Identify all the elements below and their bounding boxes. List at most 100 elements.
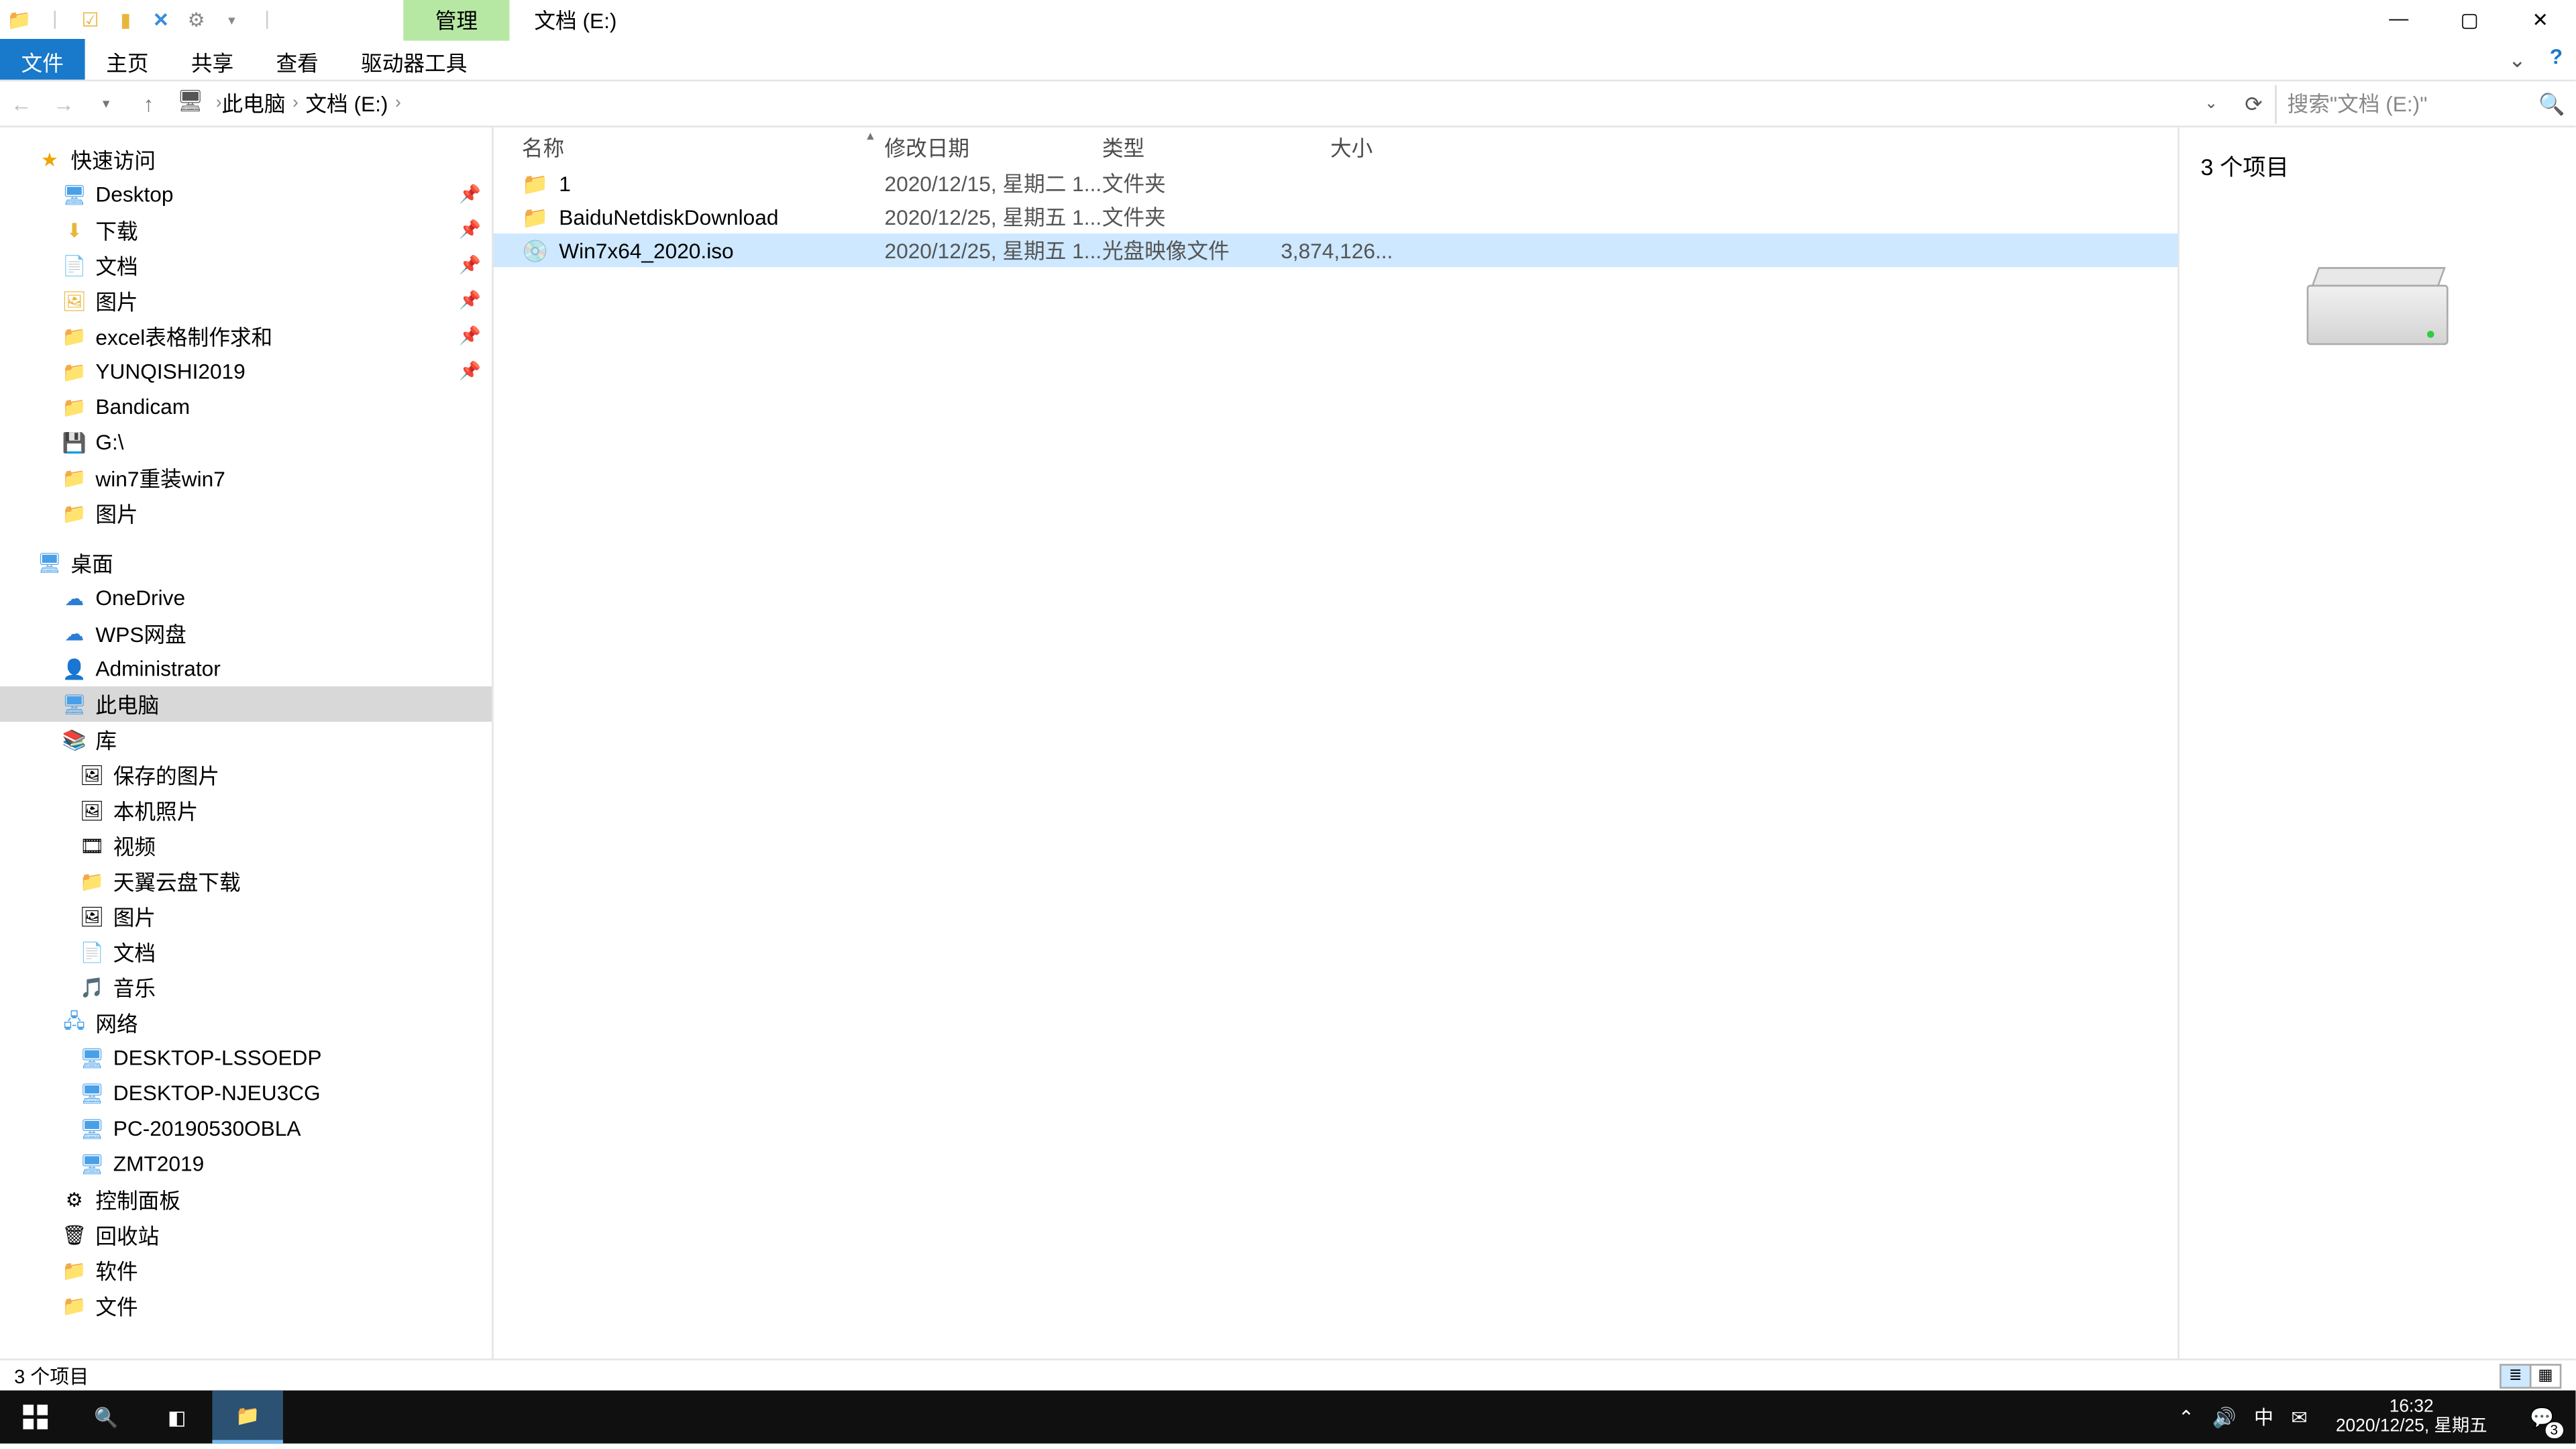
address-bar: ← → ▾ ↑ 🖥 › 此电脑 › 文档 (E:) › ⌄ ⟳ 搜索"文档 (E… (0, 81, 2575, 127)
nav-up-button[interactable]: ↑ (127, 91, 170, 116)
column-size[interactable]: 大小 (1281, 131, 1383, 162)
search-icon[interactable]: 🔍 (2538, 91, 2565, 116)
tree-item[interactable]: 🖼保存的图片 (0, 757, 492, 793)
ribbon-tab-drive-tools[interactable]: 驱动器工具 (339, 39, 488, 80)
gear-icon[interactable]: ⚙ (184, 7, 209, 32)
tree-control-panel[interactable]: ⚙控制面板 (0, 1182, 492, 1218)
address-dropdown-icon[interactable]: ⌄ (2190, 94, 2233, 113)
column-type[interactable]: 类型 (1102, 131, 1281, 162)
nav-recent-dropdown[interactable]: ▾ (85, 95, 127, 111)
view-icons-button[interactable]: ▦ (2530, 1363, 2561, 1388)
video-icon: 🎞 (78, 831, 106, 859)
ribbon-tab-view[interactable]: 查看 (255, 39, 340, 80)
tree-item[interactable]: 📁YUNQISHI2019📌 (0, 354, 492, 389)
ime-indicator[interactable]: 中 (2254, 1403, 2273, 1431)
tree-network[interactable]: 🖧网络 (0, 1005, 492, 1040)
tree-item[interactable]: 🖥ZMT2019 (0, 1146, 492, 1182)
ribbon-tab-share[interactable]: 共享 (170, 39, 255, 80)
tree-item[interactable]: 📁图片 (0, 495, 492, 531)
file-type: 文件夹 (1102, 168, 1281, 199)
control-panel-icon: ⚙ (60, 1185, 89, 1214)
tree-item[interactable]: 📁天翼云盘下载 (0, 863, 492, 899)
tree-item[interactable]: 📄文档 (0, 934, 492, 969)
file-type: 光盘映像文件 (1102, 235, 1281, 266)
breadcrumb[interactable]: 此电脑 › 文档 (E:) › (222, 89, 2190, 119)
ribbon-collapse-icon[interactable]: ⌄ (2498, 39, 2536, 80)
tree-item[interactable]: 📚库 (0, 722, 492, 757)
tree-item[interactable]: 📁excel表格制作求和📌 (0, 319, 492, 354)
refresh-icon[interactable]: ⟳ (2233, 91, 2275, 116)
nav-back-button[interactable]: ← (0, 91, 42, 116)
computer-icon: 🖥 (78, 1150, 106, 1178)
qat-dropdown-icon[interactable]: ▾ (219, 7, 244, 32)
file-list[interactable]: 名称▴ 修改日期 类型 大小 📁1 2020/12/15, 星期二 1... 文… (494, 127, 2178, 1358)
taskbar: 🔍 ◧ 📁 ⌃ 🔊 中 ✉ 16:32 2020/12/25, 星期五 💬3 (0, 1391, 2575, 1444)
ribbon-tab-home[interactable]: 主页 (85, 39, 170, 80)
tree-item[interactable]: 🖥DESKTOP-NJEU3CG (0, 1075, 492, 1111)
tray-overflow-icon[interactable]: ⌃ (2178, 1405, 2194, 1428)
folder-icon[interactable]: ▮ (113, 7, 138, 32)
quick-access-toolbar: 📁 | ☑ ▮ ✕ ⚙ ▾ | (0, 7, 280, 32)
breadcrumb-item[interactable]: 此电脑 (222, 89, 286, 119)
pin-icon: 📌 (459, 327, 481, 346)
tree-item[interactable]: 🖼图片 (0, 899, 492, 934)
file-row[interactable]: 📁BaiduNetdiskDownload 2020/12/25, 星期五 1.… (494, 200, 2178, 233)
tree-item[interactable]: 🖼图片📌 (0, 283, 492, 319)
preview-pane: 3 个项目 (2178, 127, 2575, 1358)
action-center-button[interactable]: 💬3 (2516, 1391, 2569, 1444)
folder-icon: 🖼 (60, 286, 89, 315)
folder-icon: 📁 (60, 1256, 89, 1284)
chevron-right-icon[interactable]: › (216, 94, 222, 113)
view-details-button[interactable]: ≣ (2500, 1363, 2531, 1388)
column-name[interactable]: 名称▴ (494, 131, 885, 162)
close-blue-icon[interactable]: ✕ (149, 7, 174, 32)
tree-item[interactable]: 📁软件 (0, 1252, 492, 1288)
help-icon[interactable]: ? (2536, 39, 2575, 80)
file-row[interactable]: 💿Win7x64_2020.iso 2020/12/25, 星期五 1... 光… (494, 233, 2178, 267)
pc-icon: 🖥 (177, 88, 209, 119)
tree-item[interactable]: 📁win7重装win7 (0, 460, 492, 496)
checkbox-icon[interactable]: ☑ (78, 7, 103, 32)
tree-item[interactable]: ☁WPS网盘 (0, 616, 492, 651)
task-view-button[interactable]: ◧ (142, 1391, 212, 1444)
maximize-button[interactable]: ▢ (2434, 8, 2505, 31)
nav-forward-button[interactable]: → (42, 91, 85, 116)
file-row[interactable]: 📁1 2020/12/15, 星期二 1... 文件夹 (494, 166, 2178, 200)
tree-item[interactable]: 🖥Desktop📌 (0, 177, 492, 213)
ribbon-tab-file[interactable]: 文件 (0, 39, 85, 80)
tree-recycle-bin[interactable]: 🗑回收站 (0, 1217, 492, 1252)
tree-item[interactable]: 🎵音乐 (0, 969, 492, 1005)
cloud-icon: ☁ (60, 584, 89, 612)
tree-item[interactable]: 📁Bandicam (0, 389, 492, 425)
tree-desktop[interactable]: 🖥桌面 (0, 545, 492, 580)
start-button[interactable] (0, 1391, 70, 1444)
tree-item[interactable]: 📁文件 (0, 1288, 492, 1324)
tree-item[interactable]: ⬇下载📌 (0, 212, 492, 248)
tree-item[interactable]: 🖼本机照片 (0, 792, 492, 828)
taskbar-clock[interactable]: 16:32 2020/12/25, 星期五 (2325, 1397, 2498, 1436)
minimize-button[interactable]: — (2363, 8, 2434, 31)
file-explorer-task[interactable]: 📁 (212, 1391, 282, 1444)
file-date: 2020/12/25, 星期五 1... (885, 235, 1102, 266)
tree-item[interactable]: 🖥PC-20190530OBLA (0, 1111, 492, 1146)
tree-quick-access[interactable]: ★快速访问 (0, 142, 492, 177)
tray-app-icon[interactable]: ✉ (2291, 1405, 2307, 1428)
window-title: 文档 (E:) (509, 0, 641, 40)
breadcrumb-item[interactable]: 文档 (E:) (305, 89, 388, 119)
close-button[interactable]: ✕ (2505, 8, 2575, 31)
tree-item[interactable]: 🎞视频 (0, 828, 492, 863)
search-button[interactable]: 🔍 (70, 1391, 141, 1444)
tree-item[interactable]: 💾G:\ (0, 425, 492, 460)
folder-icon: 📁 (522, 203, 549, 230)
view-toggle: ≣ ▦ (2502, 1363, 2562, 1388)
tree-item[interactable]: 📄文档📌 (0, 248, 492, 283)
status-bar: 3 个项目 ≣ ▦ (0, 1358, 2575, 1390)
volume-icon[interactable]: 🔊 (2212, 1405, 2236, 1428)
tree-item-this-pc[interactable]: 🖥此电脑 (0, 686, 492, 722)
tree-item[interactable]: 👤Administrator (0, 651, 492, 686)
search-box[interactable]: 搜索"文档 (E:)" 🔍 (2275, 84, 2575, 123)
column-date[interactable]: 修改日期 (885, 131, 1102, 162)
tree-item[interactable]: 🖥DESKTOP-LSSOEDP (0, 1040, 492, 1076)
tree-item[interactable]: ☁OneDrive (0, 580, 492, 616)
navigation-tree[interactable]: ★快速访问 🖥Desktop📌 ⬇下载📌 📄文档📌 🖼图片📌 📁excel表格制… (0, 127, 494, 1358)
